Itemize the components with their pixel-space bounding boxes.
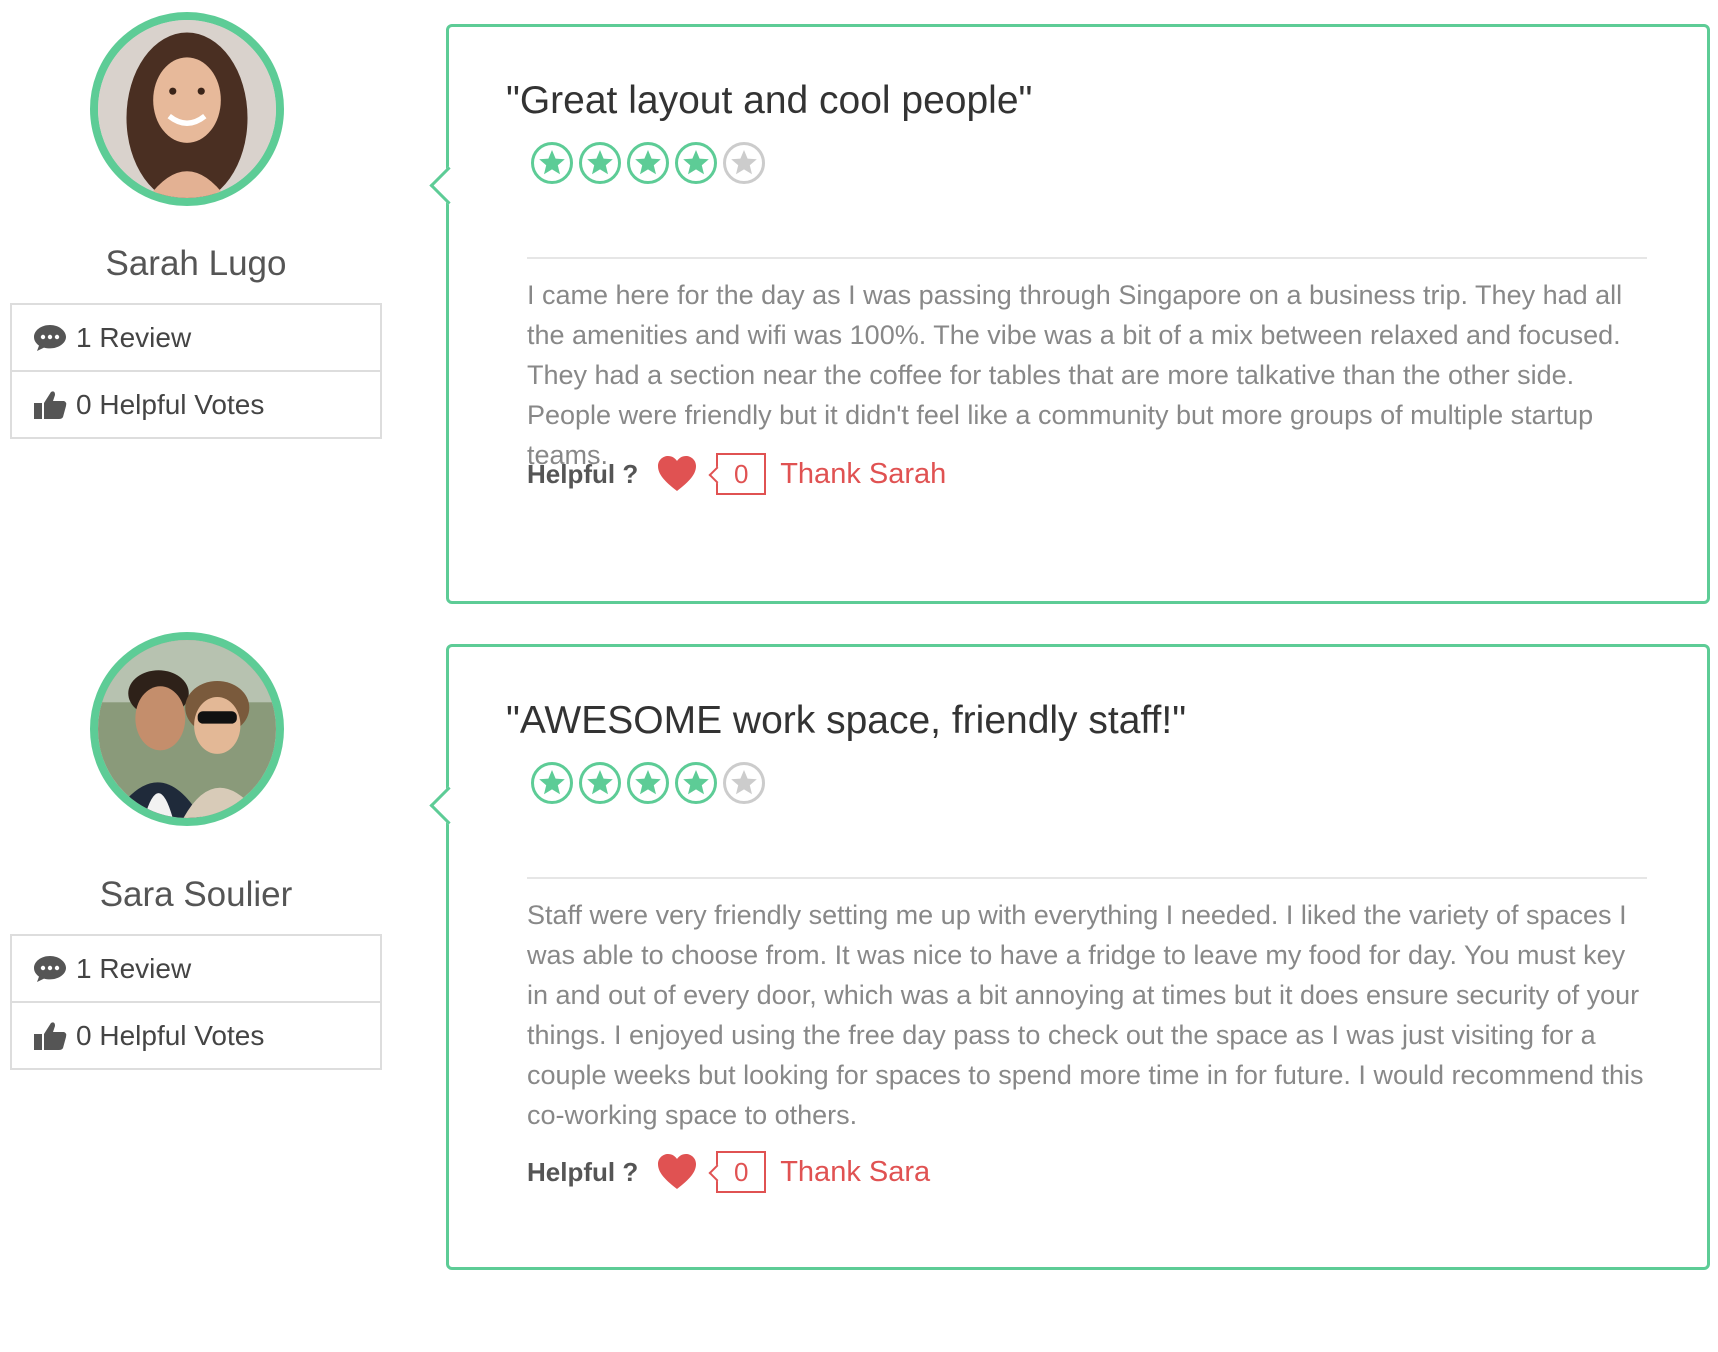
review-card: "Great layout and cool people" I came he…: [429, 24, 1710, 604]
avatar-image: [98, 20, 276, 198]
helpful-label: Helpful ?: [527, 458, 639, 489]
review-title: "AWESOME work space, friendly staff!": [506, 699, 1187, 742]
divider: [527, 877, 1647, 879]
review-body: Staff were very friendly setting me up w…: [527, 900, 1644, 1130]
helpful-votes-row: 0 Helpful Votes: [12, 1001, 380, 1068]
star-filled-icon: [530, 761, 574, 805]
star-filled-icon: [626, 761, 670, 805]
review-count: 1 Review: [76, 321, 192, 353]
review-count-row: 1 Review: [12, 305, 380, 370]
star-filled-icon: [578, 761, 622, 805]
star-filled-icon: [626, 141, 670, 185]
reviewer-avatar[interactable]: [90, 632, 284, 826]
thumbs-up-icon: [32, 1020, 68, 1052]
review-item: Sarah Lugo 1 Review 0 Helpful Votes "Gre…: [0, 0, 1718, 604]
avatar-image: [98, 640, 276, 818]
helpful-label: Helpful ?: [527, 1156, 639, 1187]
reviewer-stats: 1 Review 0 Helpful Votes: [10, 934, 382, 1070]
thank-button[interactable]: Thank Sarah: [780, 458, 946, 491]
star-empty-icon: [722, 141, 766, 185]
star-filled-icon: [578, 141, 622, 185]
star-rating: [530, 761, 770, 805]
helpful-count: 0: [716, 1151, 767, 1193]
thank-button[interactable]: Thank Sara: [780, 1156, 930, 1189]
card-pointer: [429, 786, 468, 825]
review-count-row: 1 Review: [12, 936, 380, 1001]
star-rating: [530, 141, 770, 185]
card-pointer: [429, 166, 468, 205]
star-empty-icon: [722, 761, 766, 805]
heart-icon[interactable]: [656, 455, 698, 493]
reviewer-avatar[interactable]: [90, 12, 284, 206]
helpful-votes: 0 Helpful Votes: [76, 388, 265, 420]
reviewer-name[interactable]: Sarah Lugo: [10, 244, 382, 284]
review-count: 1 Review: [76, 952, 192, 984]
heart-icon[interactable]: [656, 1153, 698, 1191]
thumbs-up-icon: [32, 389, 68, 421]
review-title: "Great layout and cool people": [506, 79, 1033, 122]
helpful-votes: 0 Helpful Votes: [76, 1019, 265, 1051]
helpful-section: Helpful ? 0 Thank Sarah: [527, 453, 946, 495]
review-item: Sara Soulier 1 Review 0 Helpful Votes "A…: [0, 632, 1718, 1294]
reviewer-stats: 1 Review 0 Helpful Votes: [10, 303, 382, 439]
review-card: "AWESOME work space, friendly staff!" St…: [429, 644, 1710, 1270]
comment-icon: [32, 322, 68, 354]
star-filled-icon: [674, 141, 718, 185]
comment-icon: [32, 953, 68, 985]
star-filled-icon: [530, 141, 574, 185]
divider: [527, 257, 1647, 259]
helpful-section: Helpful ? 0 Thank Sara: [527, 1151, 930, 1193]
review-body: I came here for the day as I was passing…: [527, 280, 1623, 470]
star-filled-icon: [674, 761, 718, 805]
reviewer-name[interactable]: Sara Soulier: [10, 875, 382, 915]
helpful-count: 0: [716, 453, 767, 495]
helpful-votes-row: 0 Helpful Votes: [12, 370, 380, 437]
